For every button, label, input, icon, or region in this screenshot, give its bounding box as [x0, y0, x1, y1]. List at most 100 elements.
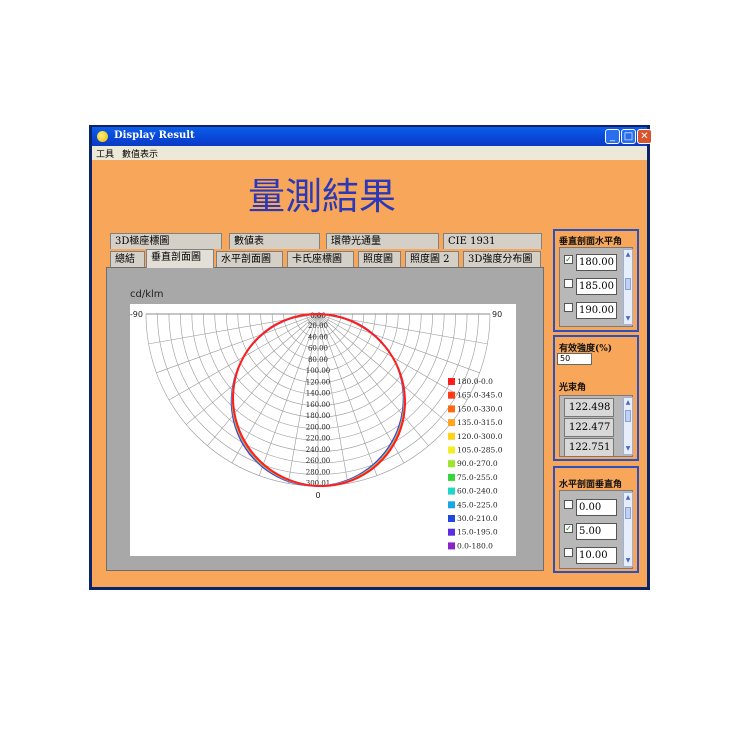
tab-illuminance[interactable]: 照度圖 [358, 251, 401, 267]
legend-swatch [448, 378, 455, 385]
horizontal-value-1: 5.00 [576, 523, 617, 540]
tab-3d-polar[interactable]: 3D極座標圖 [110, 233, 222, 249]
scroll-up-icon[interactable]: ▲ [624, 398, 632, 408]
legend-swatch [448, 501, 455, 509]
legend-swatch [448, 446, 455, 454]
window-title: Display Result [114, 130, 195, 141]
angle-label-bottom: 0 [315, 491, 320, 500]
effective-intensity-input[interactable]: 50 [557, 353, 592, 365]
legend-label: 45.0-225.0 [457, 500, 498, 509]
horizontal-group-title: 水平剖面垂直角 [559, 480, 623, 490]
scroll-down-icon[interactable]: ▼ [624, 314, 632, 324]
radial-tick-label: 160.00 [306, 401, 331, 409]
horizontal-value-2: 10.00 [576, 547, 617, 564]
legend-swatch [448, 419, 455, 427]
tab-numeric-table[interactable]: 數値表 [229, 233, 320, 249]
list-item[interactable]: 10.00 [564, 547, 617, 565]
radial-tick-label: 100.00 [306, 367, 331, 375]
polar-chart-area: 0.00 20.00 40.00 60.00 80.00 100.00 120.00 140.… [130, 304, 516, 556]
list-item[interactable]: ✓ 5.00 [564, 523, 617, 541]
horizontal-scrollbar[interactable]: ▲ ▼ [623, 492, 633, 567]
title-bar[interactable]: Display Result _ □ ✕ [92, 127, 652, 146]
legend-label: 90.0-270.0 [457, 459, 498, 468]
scroll-thumb[interactable] [625, 410, 631, 422]
radial-tick-label: 40.00 [308, 333, 328, 341]
legend-label: 15.0-195.0 [457, 528, 498, 537]
list-item[interactable]: 190.00 [564, 302, 617, 320]
app-icon [97, 131, 108, 142]
vertical-group-title: 垂直剖面水平角 [559, 237, 623, 247]
list-item[interactable]: 185.00 [564, 278, 617, 296]
legend-label: 30.0-210.0 [457, 514, 498, 523]
menu-tools[interactable]: 工具 [96, 147, 114, 160]
radial-tick-label: 20.00 [308, 322, 328, 330]
horizontal-checkbox-2[interactable] [564, 548, 573, 557]
legend-swatch [448, 405, 455, 413]
radial-tick-label: 200.00 [306, 423, 331, 431]
legend-swatch [448, 515, 455, 522]
horizontal-angle-group: 水平剖面垂直角 0.00 ✓ 5.00 10.00 ▲ ▼ [553, 466, 639, 573]
legend-label: 60.0-240.0 [457, 487, 498, 496]
tab-zonal-flux[interactable]: 環帶光通量 [326, 233, 439, 249]
maximize-button[interactable]: □ [621, 129, 636, 144]
vertical-checkbox-1[interactable] [564, 279, 573, 288]
legend-label: 120.0-300.0 [457, 432, 503, 441]
scroll-down-icon[interactable]: ▼ [624, 444, 632, 454]
legend-swatch [448, 487, 455, 495]
legend-swatch [448, 432, 455, 440]
vertical-angle-group: 垂直剖面水平角 ✓ 180.00 185.00 190.00 ▲ ▼ [553, 229, 639, 332]
vertical-value-2: 190.00 [576, 302, 617, 319]
scroll-down-icon[interactable]: ▼ [624, 556, 632, 566]
legend-swatch [448, 528, 455, 536]
vertical-scrollbar[interactable]: ▲ ▼ [623, 249, 633, 325]
beam-angle-value-0: 122.498 [564, 398, 614, 417]
page-title: 量測結果 [248, 175, 396, 218]
vertical-value-1: 185.00 [576, 278, 617, 295]
scroll-thumb[interactable] [625, 278, 631, 290]
tab-illuminance-2[interactable]: 照度圖 2 [405, 251, 459, 267]
scroll-up-icon[interactable]: ▲ [624, 250, 632, 260]
tab-3d-intensity[interactable]: 3D強度分布圖 [463, 251, 541, 267]
chart-unit-label: cd/klm [130, 289, 164, 300]
radial-tick-label: 140.00 [306, 390, 331, 398]
tab-horizontal-profile[interactable]: 水平剖面圖 [216, 251, 283, 267]
minimize-button[interactable]: _ [605, 129, 620, 144]
menu-numeric-display[interactable]: 數值表示 [122, 147, 158, 160]
radial-tick-label: 120.00 [306, 378, 331, 386]
tab-vertical-profile[interactable]: 垂直剖面圖 [146, 249, 214, 268]
tab-cie-1931[interactable]: CIE 1931 [443, 233, 542, 249]
horizontal-angle-list: 0.00 ✓ 5.00 10.00 ▲ ▼ [559, 490, 633, 569]
tab-summary[interactable]: 總結 [110, 251, 145, 267]
beam-angle-value-2: 122.751 [564, 438, 614, 457]
radial-tick-label: 180.00 [306, 412, 331, 420]
list-item[interactable]: ✓ 180.00 [564, 254, 617, 272]
menu-bar: 工具 數值表示 [92, 146, 647, 160]
close-button[interactable]: ✕ [637, 129, 652, 144]
beam-angle-title: 光束角 [559, 383, 587, 393]
legend-label: 0.0-180.0 [457, 541, 493, 550]
tab-cartesian[interactable]: 卡氏座標圖 [287, 251, 354, 267]
legend-label: 75.0-255.0 [457, 473, 498, 482]
scroll-thumb[interactable] [625, 507, 631, 519]
angle-label-left: -90 [130, 310, 143, 319]
list-item[interactable]: 0.00 [564, 499, 617, 517]
vertical-angle-list: ✓ 180.00 185.00 190.00 ▲ ▼ [559, 247, 633, 327]
horizontal-checkbox-1[interactable]: ✓ [564, 524, 573, 533]
radial-tick-label: 280.00 [306, 468, 331, 476]
vertical-checkbox-2[interactable] [564, 303, 573, 312]
beam-angle-value-1: 122.477 [564, 418, 614, 437]
horizontal-checkbox-0[interactable] [564, 500, 573, 509]
radial-tick-label: 240.00 [306, 446, 331, 454]
radial-tick-label: 80.00 [308, 356, 328, 364]
legend-label: 180.0-0.0 [457, 377, 493, 386]
horizontal-value-0: 0.00 [576, 499, 617, 516]
polar-chart: 0.0020.0040.0060.0080.00100.00120.00140.… [130, 310, 503, 550]
radial-tick-label: 220.00 [306, 435, 331, 443]
vertical-checkbox-0[interactable]: ✓ [564, 255, 573, 264]
legend-label: 105.0-285.0 [457, 446, 503, 455]
legend-swatch [448, 473, 455, 481]
angle-label-right: 90 [492, 310, 502, 319]
legend-swatch [448, 460, 455, 468]
scroll-up-icon[interactable]: ▲ [624, 493, 632, 503]
beam-scrollbar[interactable]: ▲ ▼ [623, 397, 633, 455]
